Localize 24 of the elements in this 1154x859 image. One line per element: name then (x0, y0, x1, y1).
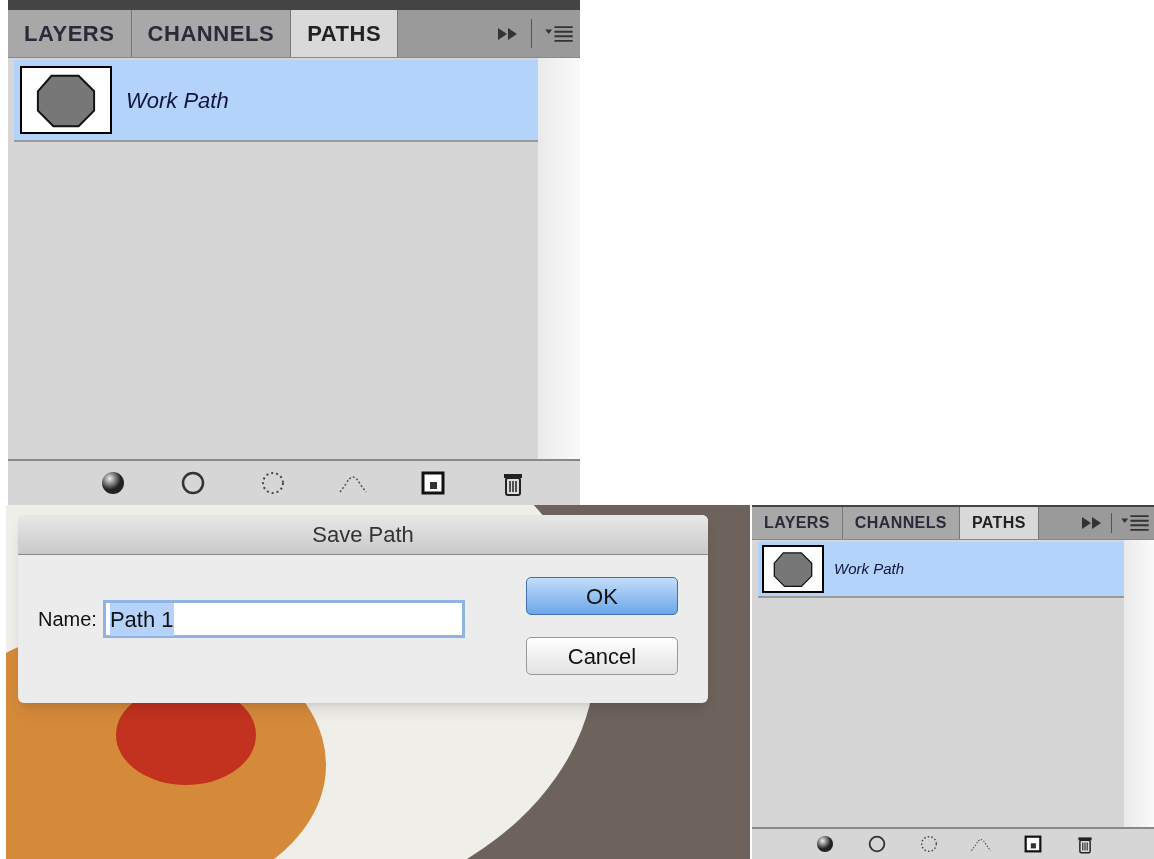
path-name: Work Path (126, 86, 229, 115)
panel-tab[interactable]: PATHS (291, 10, 399, 57)
path-row[interactable]: Work Path (14, 60, 538, 142)
stroke-path-icon[interactable] (866, 833, 888, 855)
dialog-button[interactable]: OK (526, 577, 678, 615)
panel-tab[interactable]: PATHS (959, 507, 1039, 539)
path-row[interactable]: Work Path (758, 542, 1124, 598)
dialog-title: Save Path (18, 515, 708, 555)
name-field[interactable]: Path 1 (102, 600, 465, 638)
panel-menu-icon[interactable] (1120, 515, 1150, 531)
panel-menu-icon[interactable] (544, 25, 574, 42)
panel-tab[interactable]: CHANNELS (842, 507, 960, 539)
expand-icon[interactable] (497, 27, 519, 40)
new-path-icon[interactable] (1022, 833, 1044, 855)
panel-tab[interactable]: LAYERS (8, 10, 132, 57)
field-label: Name: (38, 607, 97, 632)
path-name: Work Path (834, 558, 905, 579)
panel-tab[interactable]: CHANNELS (131, 10, 292, 57)
path-thumbnail (762, 545, 824, 593)
expand-icon[interactable] (1081, 517, 1103, 529)
selection-icon[interactable] (918, 833, 940, 855)
fill-path-icon[interactable] (814, 833, 836, 855)
dialog-button[interactable]: Cancel (526, 637, 678, 675)
panel-tab[interactable]: LAYERS (752, 507, 843, 539)
